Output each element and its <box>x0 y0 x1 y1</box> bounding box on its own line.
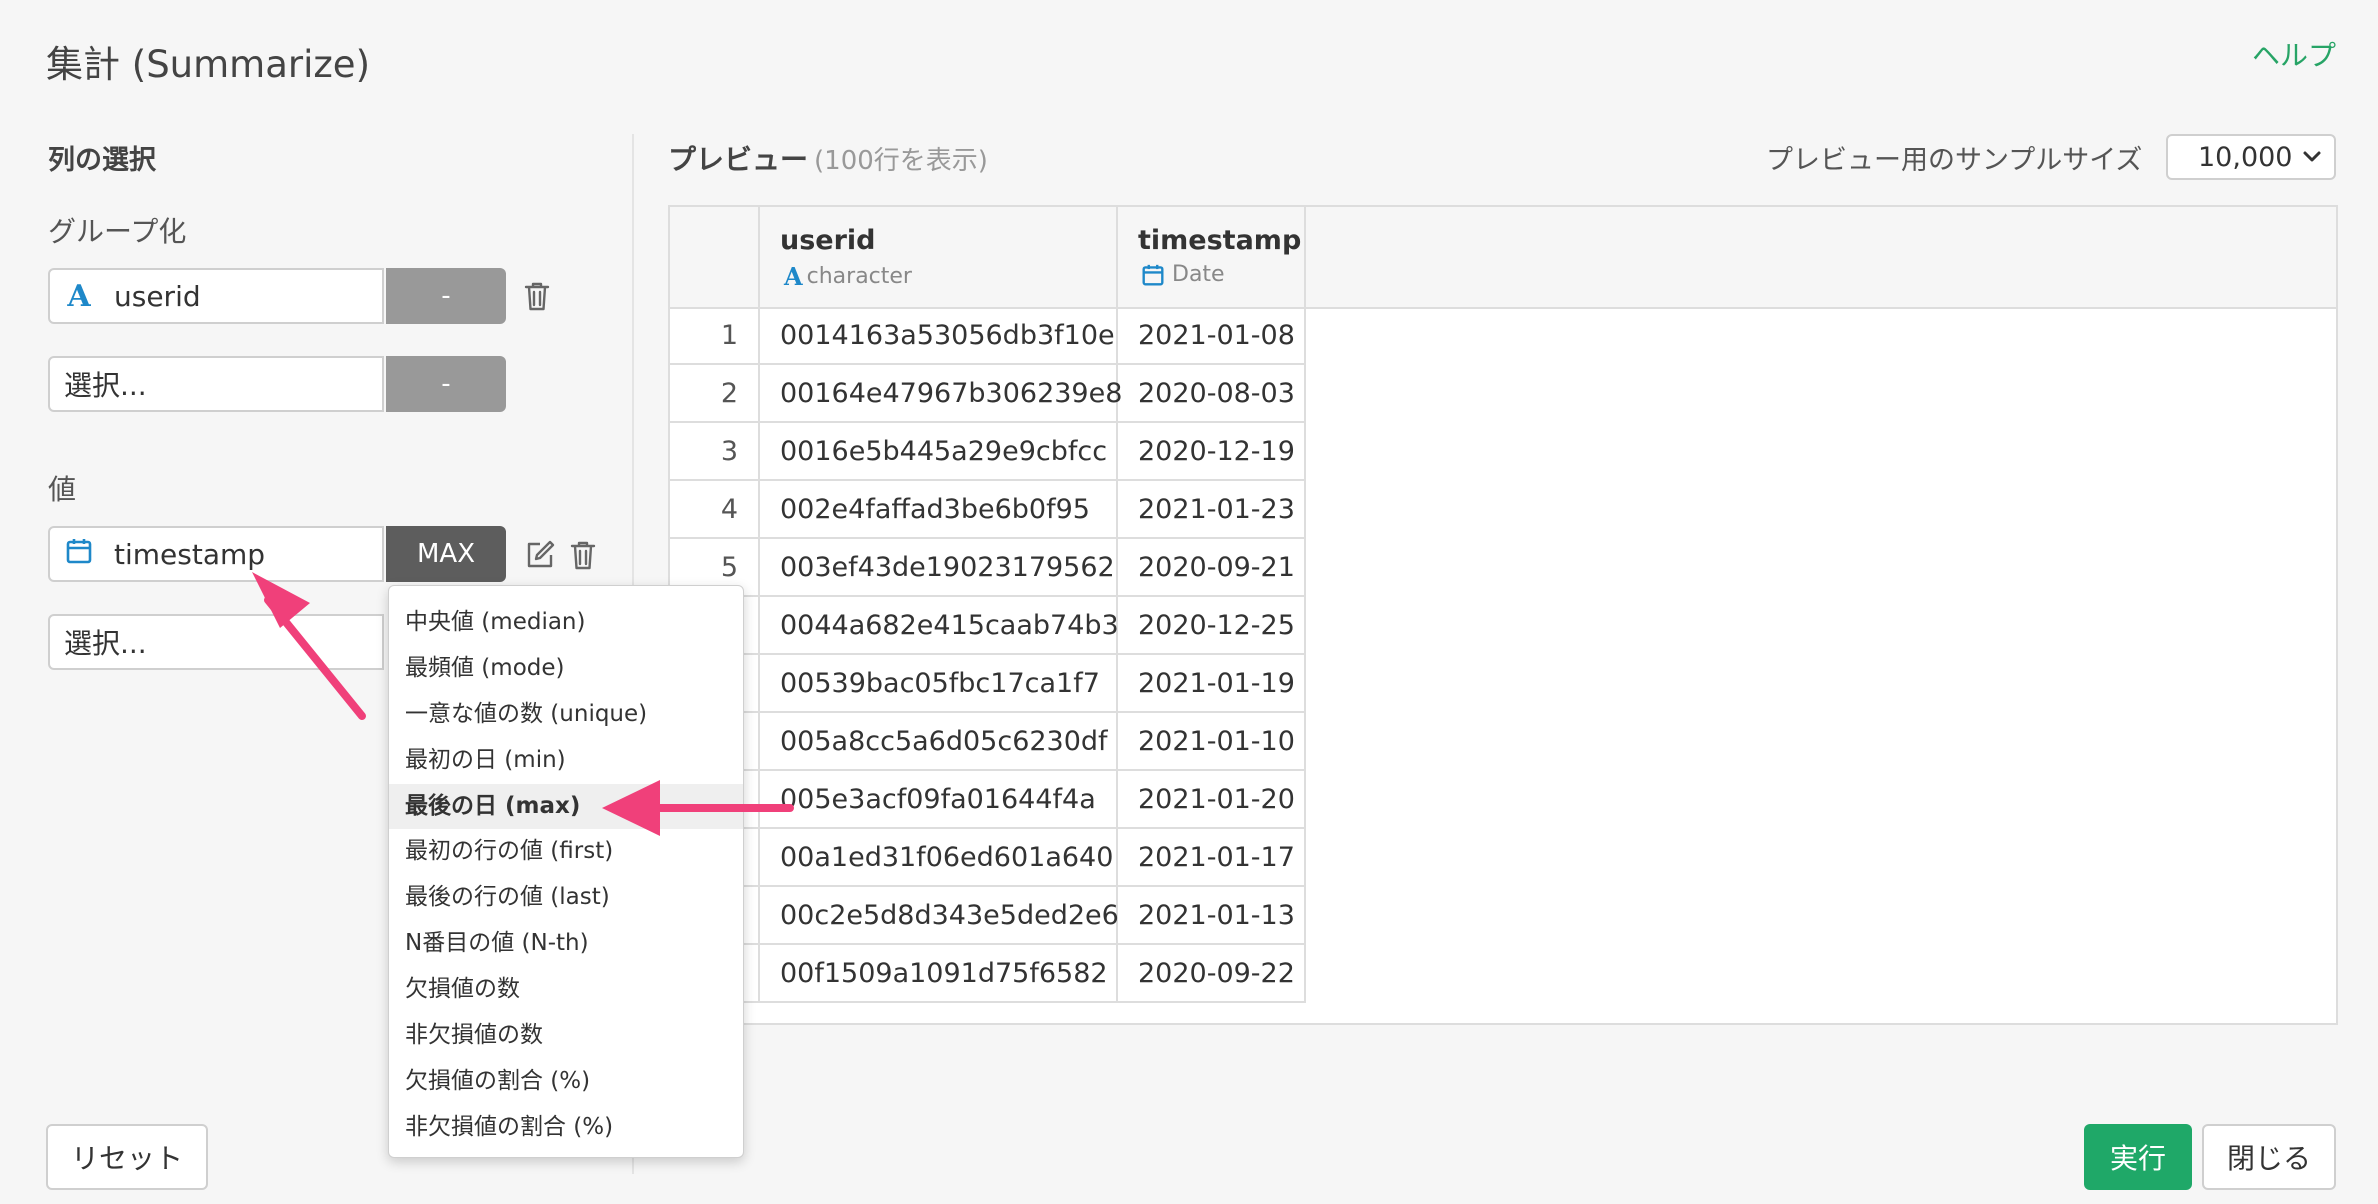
value-column-select-empty[interactable]: 選択... <box>48 614 384 670</box>
cell-userid: 0014163a53056db3f10e <box>760 307 1118 365</box>
table-row: 1100c2e5d8d343e5ded2e62021-01-13 <box>670 887 1306 945</box>
character-type-icon: A <box>784 262 803 291</box>
row-number: 2 <box>670 365 760 423</box>
group-by-label: グループ化 <box>48 215 187 248</box>
delete-group-icon[interactable] <box>522 280 556 314</box>
sample-size-select[interactable]: 10,000 <box>2166 134 2336 180</box>
cell-userid: 00f1509a1091d75f6582 <box>760 945 1118 1003</box>
aggregation-select-button[interactable]: MAX <box>386 526 506 582</box>
sample-size-value: 10,000 <box>2198 141 2293 173</box>
menu-item-non-missing-count[interactable]: 非欠損値の数 <box>389 1013 743 1059</box>
cell-timestamp: 2021-01-13 <box>1118 887 1306 945</box>
cell-timestamp: 2021-01-19 <box>1118 655 1306 713</box>
help-link[interactable]: ヘルプ <box>2252 34 2336 74</box>
reset-button[interactable]: リセット <box>46 1124 208 1190</box>
run-button[interactable]: 実行 <box>2084 1124 2192 1190</box>
preview-table: userid A character timestamp Date 1 00141… <box>668 205 2338 1025</box>
date-type-icon <box>64 538 94 571</box>
cell-timestamp: 2020-12-19 <box>1118 423 1306 481</box>
column-header-name: userid <box>780 225 876 256</box>
menu-item-last[interactable]: 最後の行の値 (last) <box>389 875 743 921</box>
cell-timestamp: 2021-01-17 <box>1118 829 1306 887</box>
menu-item-unique[interactable]: 一意な値の数 (unique) <box>389 692 743 738</box>
cell-timestamp: 2021-01-20 <box>1118 771 1306 829</box>
table-row: 3 0016e5b445a29e9cbfcc 2020-12-19 <box>670 423 1306 481</box>
column-header-type: Date <box>1142 262 1225 287</box>
preview-title-text: プレビュー <box>668 143 809 176</box>
group-select-placeholder: 選択... <box>64 369 147 402</box>
preview-row-count: (100行を表示) <box>814 146 988 176</box>
column-header-name: timestamp <box>1138 225 1302 256</box>
group-option-button[interactable]: - <box>386 268 506 324</box>
menu-item-nth[interactable]: N番目の値 (N-th) <box>389 921 743 967</box>
cell-userid: 00539bac05fbc17ca1f7 <box>760 655 1118 713</box>
cell-userid: 005e3acf09fa01644f4a <box>760 771 1118 829</box>
menu-item-non-missing-ratio[interactable]: 非欠損値の割合 (%) <box>389 1105 743 1151</box>
column-type-label: Date <box>1172 262 1225 287</box>
table-header: userid A character timestamp Date <box>670 207 2336 309</box>
table-row: 4 002e4faffad3be6b0f95 2021-01-23 <box>670 481 1306 539</box>
group-column-select-userid[interactable]: A userid <box>48 268 384 324</box>
cell-userid: 00164e47967b306239e8 <box>760 365 1122 423</box>
row-number: 1 <box>670 307 760 365</box>
cell-timestamp: 2020-09-21 <box>1118 539 1306 597</box>
cell-userid: 002e4faffad3be6b0f95 <box>760 481 1118 539</box>
row-number: 4 <box>670 481 760 539</box>
aggregation-dropdown-menu: 中央値 (median) 最頻値 (mode) 一意な値の数 (unique) … <box>388 585 744 1158</box>
column-header-userid[interactable]: userid A character <box>760 207 1118 307</box>
column-selection-title: 列の選択 <box>48 145 156 176</box>
group-column-select-empty[interactable]: 選択... <box>48 356 384 412</box>
value-column-name: timestamp <box>114 537 266 571</box>
dialog-title: 集計 (Summarize) <box>46 43 371 86</box>
close-button[interactable]: 閉じる <box>2202 1124 2336 1190</box>
menu-item-median[interactable]: 中央値 (median) <box>389 600 743 646</box>
menu-item-first[interactable]: 最初の行の値 (first) <box>389 829 743 875</box>
value-select-placeholder: 選択... <box>64 627 147 660</box>
table-row: 9005e3acf09fa01644f4a2021-01-20 <box>670 771 1306 829</box>
table-row: 1200f1509a1091d75f65822020-09-22 <box>670 945 1306 1003</box>
preview-title: プレビュー (100行を表示) <box>668 138 988 178</box>
menu-item-min[interactable]: 最初の日 (min) <box>389 738 743 784</box>
column-header-type: A character <box>784 262 912 291</box>
sample-size-label: プレビュー用のサンプルサイズ <box>1766 145 2143 176</box>
cell-userid: 0044a682e415caab74b3 <box>760 597 1119 655</box>
value-column-select-timestamp[interactable]: timestamp <box>48 526 384 582</box>
table-row: 1 0014163a53056db3f10e 2021-01-08 <box>670 307 1306 365</box>
calendar-icon <box>1142 264 1164 286</box>
cell-timestamp: 2021-01-08 <box>1118 307 1306 365</box>
menu-item-mode[interactable]: 最頻値 (mode) <box>389 646 743 692</box>
table-row: 2 00164e47967b306239e8 2020-08-03 <box>670 365 1306 423</box>
cell-timestamp: 2021-01-23 <box>1118 481 1306 539</box>
row-number: 3 <box>670 423 760 481</box>
column-type-label: character <box>806 264 912 289</box>
edit-icon[interactable] <box>524 539 558 573</box>
table-row: 1000a1ed31f06ed601a6402021-01-17 <box>670 829 1306 887</box>
cell-userid: 005a8cc5a6d05c6230df <box>760 713 1118 771</box>
menu-item-missing-ratio[interactable]: 欠損値の割合 (%) <box>389 1059 743 1105</box>
cell-userid: 00a1ed31f06ed601a640 <box>760 829 1118 887</box>
cell-timestamp: 2020-09-22 <box>1118 945 1306 1003</box>
cell-userid: 00c2e5d8d343e5ded2e6 <box>760 887 1119 945</box>
row-number-header <box>670 207 760 307</box>
character-type-icon: A <box>67 278 91 314</box>
table-row: 60044a682e415caab74b32020-12-25 <box>670 597 1306 655</box>
chevron-down-icon <box>2302 142 2322 178</box>
group-column-name: userid <box>114 279 201 313</box>
cell-timestamp: 2021-01-10 <box>1118 713 1306 771</box>
menu-item-max[interactable]: 最後の日 (max) <box>389 783 743 830</box>
group-option-button-empty[interactable]: - <box>386 356 506 412</box>
cell-userid: 0016e5b445a29e9cbfcc <box>760 423 1118 481</box>
value-label: 値 <box>48 473 77 506</box>
menu-item-missing-count[interactable]: 欠損値の数 <box>389 967 743 1013</box>
table-row: 8005a8cc5a6d05c6230df2021-01-10 <box>670 713 1306 771</box>
cell-timestamp: 2020-08-03 <box>1118 365 1306 423</box>
table-row: 5 003ef43de19023179562 2020-09-21 <box>670 539 1306 597</box>
table-row: 700539bac05fbc17ca1f72021-01-19 <box>670 655 1306 713</box>
cell-userid: 003ef43de19023179562 <box>760 539 1118 597</box>
column-header-timestamp[interactable]: timestamp Date <box>1118 207 1306 307</box>
cell-timestamp: 2020-12-25 <box>1118 597 1306 655</box>
delete-value-icon[interactable] <box>568 539 602 573</box>
